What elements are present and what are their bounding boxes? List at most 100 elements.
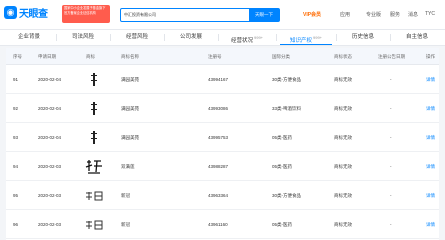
col-action: 操作 <box>426 54 435 59</box>
logo[interactable]: ◉ 天眼查 <box>4 5 48 20</box>
top-header: ◉ 天眼查 国家中小企业发展子基金旗下 官方备案企业征信机构 天眼一下 VIP会… <box>0 0 445 30</box>
section-tabs: 企业背景 司法风险 经营风险 公司发展 经营状况999+ 知识产权999+ 历史… <box>0 30 445 46</box>
tab-label: 企业背景 <box>17 34 40 40</box>
tab-label: 历史信息 <box>351 34 374 40</box>
tab-judicial-risk[interactable]: 司法风险 <box>60 30 106 45</box>
table-row: 94 2020-02-03 双满莲 43988287 05类-医药 商标无效 -… <box>6 152 439 181</box>
nav-service[interactable]: 服务 <box>390 11 400 18</box>
tab-operating-risk[interactable]: 经营风险 <box>114 30 160 45</box>
nav-user[interactable]: TYC <box>425 11 435 17</box>
row-application-date: 2020-02-03 <box>38 164 62 169</box>
tab-count: 999+ <box>313 35 323 40</box>
table-row: 91 2020-02-04 满园美苑 43994167 30类-方便食品 商标无… <box>6 65 439 94</box>
search-button[interactable]: 天眼一下 <box>249 9 279 21</box>
col-application-date: 申请日期 <box>38 54 56 59</box>
tab-intellectual-property[interactable]: 知识产权999+ <box>280 30 332 45</box>
row-registration-number: 43995753 <box>208 135 229 140</box>
tab-self-info[interactable]: 自主信息 <box>394 30 440 45</box>
table-row: 95 2020-02-03 新冠 43963364 30类-方便食品 商标无效 … <box>6 181 439 210</box>
row-international-class: 05类-医药 <box>272 135 293 140</box>
row-status: 商标无效 <box>334 106 352 111</box>
row-number: 93 <box>13 135 19 140</box>
row-trademark-name: 新冠 <box>121 222 130 227</box>
row-application-date: 2020-02-04 <box>38 77 62 82</box>
tab-label: 经营风险 <box>125 34 148 40</box>
row-international-class: 30类-方便食品 <box>272 193 302 198</box>
nav-messages[interactable]: 消息 <box>408 11 418 18</box>
search-input[interactable] <box>124 9 248 21</box>
tab-label: 公司发展 <box>179 34 202 40</box>
tab-divider <box>276 34 277 41</box>
tab-company-background[interactable]: 企业背景 <box>6 30 52 45</box>
row-status: 商标无效 <box>334 135 352 140</box>
tab-count: 999+ <box>254 35 264 40</box>
tab-history[interactable]: 历史信息 <box>340 30 386 45</box>
trademark-image[interactable] <box>84 99 104 118</box>
tab-label: 经营状况 <box>230 37 253 44</box>
table-row: 92 2020-02-04 满园美苑 43993086 33类-啤酒饮料 商标无… <box>6 94 439 123</box>
col-registration-number: 注册号 <box>208 54 222 59</box>
detail-link[interactable]: 详情 <box>426 152 435 181</box>
table-header: 序号 申请日期 商标 商标名称 注册号 国际分类 商标状态 注册公告日期 操作 <box>6 48 439 65</box>
trademark-image[interactable] <box>84 128 104 147</box>
row-notice-date: - <box>390 106 392 111</box>
tab-label: 知识产权 <box>289 37 312 44</box>
row-trademark-name: 满园美苑 <box>121 106 139 111</box>
row-number: 95 <box>13 193 19 198</box>
detail-link[interactable]: 详情 <box>426 123 435 152</box>
col-notice-date: 注册公告日期 <box>378 54 405 59</box>
col-trademark-name: 商标名称 <box>121 54 139 59</box>
row-international-class: 05类-医药 <box>272 222 293 227</box>
row-number: 96 <box>13 222 19 227</box>
nav-vip[interactable]: VIP会员 <box>303 11 321 18</box>
tab-divider <box>110 34 111 41</box>
promo-banner[interactable]: 国家中小企业发展子基金旗下 官方备案企业征信机构 <box>62 5 110 23</box>
logo-text: 天眼查 <box>19 9 48 20</box>
col-number: 序号 <box>13 54 22 59</box>
row-international-class: 30类-方便食品 <box>272 77 302 82</box>
row-application-date: 2020-02-04 <box>38 135 62 140</box>
row-status: 商标无效 <box>334 164 352 169</box>
logo-eye-icon: ◉ <box>4 6 17 19</box>
row-registration-number: 43993086 <box>208 106 229 111</box>
row-trademark-name: 新冠 <box>121 193 130 198</box>
detail-link[interactable]: 详情 <box>426 210 435 239</box>
tab-company-development[interactable]: 公司发展 <box>168 30 214 45</box>
tab-divider <box>218 34 219 41</box>
tab-operating-status[interactable]: 经营状况999+ <box>222 30 272 45</box>
row-status: 商标无效 <box>334 193 352 198</box>
row-application-date: 2020-02-03 <box>38 222 62 227</box>
promo-line: 官方备案企业征信机构 <box>64 11 96 15</box>
row-registration-number: 43961160 <box>208 222 228 227</box>
row-notice-date: - <box>390 222 392 227</box>
detail-link[interactable]: 详情 <box>426 65 435 94</box>
table-row: 93 2020-02-04 满园美苑 43995753 05类-医药 商标无效 … <box>6 123 439 152</box>
row-notice-date: - <box>390 77 392 82</box>
detail-link[interactable]: 详情 <box>426 94 435 123</box>
row-international-class: 05类-医药 <box>272 164 293 169</box>
nav-pro[interactable]: 专业版 <box>366 11 381 18</box>
row-trademark-name: 双满莲 <box>121 164 135 169</box>
table-row: 96 2020-02-03 新冠 43961160 05类-医药 商标无效 - … <box>6 210 439 239</box>
tab-divider <box>56 34 57 41</box>
detail-link[interactable]: 详情 <box>426 181 435 210</box>
row-status: 商标无效 <box>334 222 352 227</box>
trademark-image[interactable] <box>84 215 104 234</box>
nav-apps[interactable]: 应用 <box>340 11 350 18</box>
trademark-image[interactable] <box>84 157 104 176</box>
row-number: 91 <box>13 77 19 82</box>
tab-divider <box>336 34 337 41</box>
trademark-table: 序号 申请日期 商标 商标名称 注册号 国际分类 商标状态 注册公告日期 操作 … <box>6 48 439 240</box>
row-trademark-name: 满园美苑 <box>121 135 139 140</box>
row-application-date: 2020-02-03 <box>38 193 62 198</box>
trademark-image[interactable] <box>84 186 104 205</box>
col-international-class: 国际分类 <box>272 54 290 59</box>
row-status: 商标无效 <box>334 77 352 82</box>
tab-divider <box>164 34 165 41</box>
row-registration-number: 43994167 <box>208 77 229 82</box>
tab-label: 自主信息 <box>405 34 428 40</box>
search-box: 天眼一下 <box>120 8 280 22</box>
row-registration-number: 43988287 <box>208 164 229 169</box>
trademark-image[interactable] <box>84 70 104 89</box>
row-notice-date: - <box>390 193 392 198</box>
